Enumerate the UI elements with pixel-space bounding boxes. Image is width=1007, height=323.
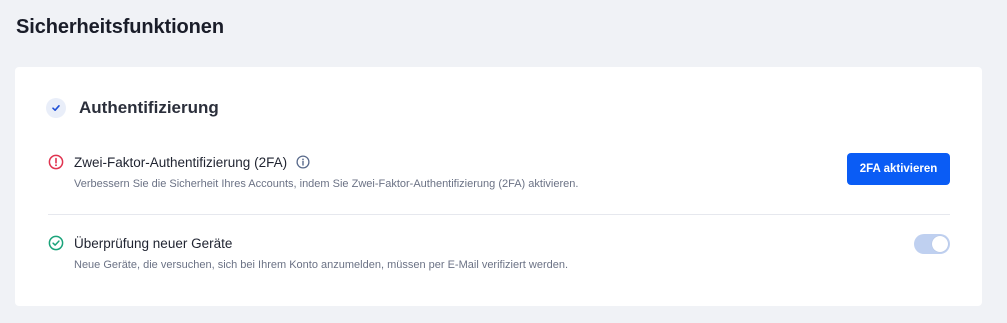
authentication-card: Authentifizierung Zwei-Faktor-Authentifi…	[15, 67, 982, 306]
section-title: Authentifizierung	[79, 98, 219, 117]
check-circle-icon	[48, 235, 64, 251]
page-title: Sicherheitsfunktionen	[16, 16, 224, 38]
check-icon	[46, 98, 66, 118]
feature-description: Neue Geräte, die versuchen, sich bei Ihr…	[74, 259, 569, 271]
feature-row-device-verification: Überprüfung neuer Geräte Neue Geräte, di…	[48, 234, 950, 271]
alert-circle-icon	[48, 154, 64, 170]
device-verification-toggle[interactable]	[914, 234, 950, 254]
activate-2fa-button[interactable]: 2FA aktivieren	[847, 153, 950, 185]
feature-row-2fa: Zwei-Faktor-Authentifizierung (2FA) Verb…	[48, 153, 950, 190]
info-icon[interactable]	[296, 155, 310, 169]
feature-title: Überprüfung neuer Geräte	[74, 235, 233, 251]
feature-description: Verbessern Sie die Sicherheit Ihres Acco…	[74, 178, 579, 190]
section-header: Authentifizierung	[46, 98, 219, 118]
toggle-knob	[932, 236, 948, 252]
feature-title: Zwei-Faktor-Authentifizierung (2FA)	[74, 154, 288, 170]
divider	[48, 214, 950, 215]
